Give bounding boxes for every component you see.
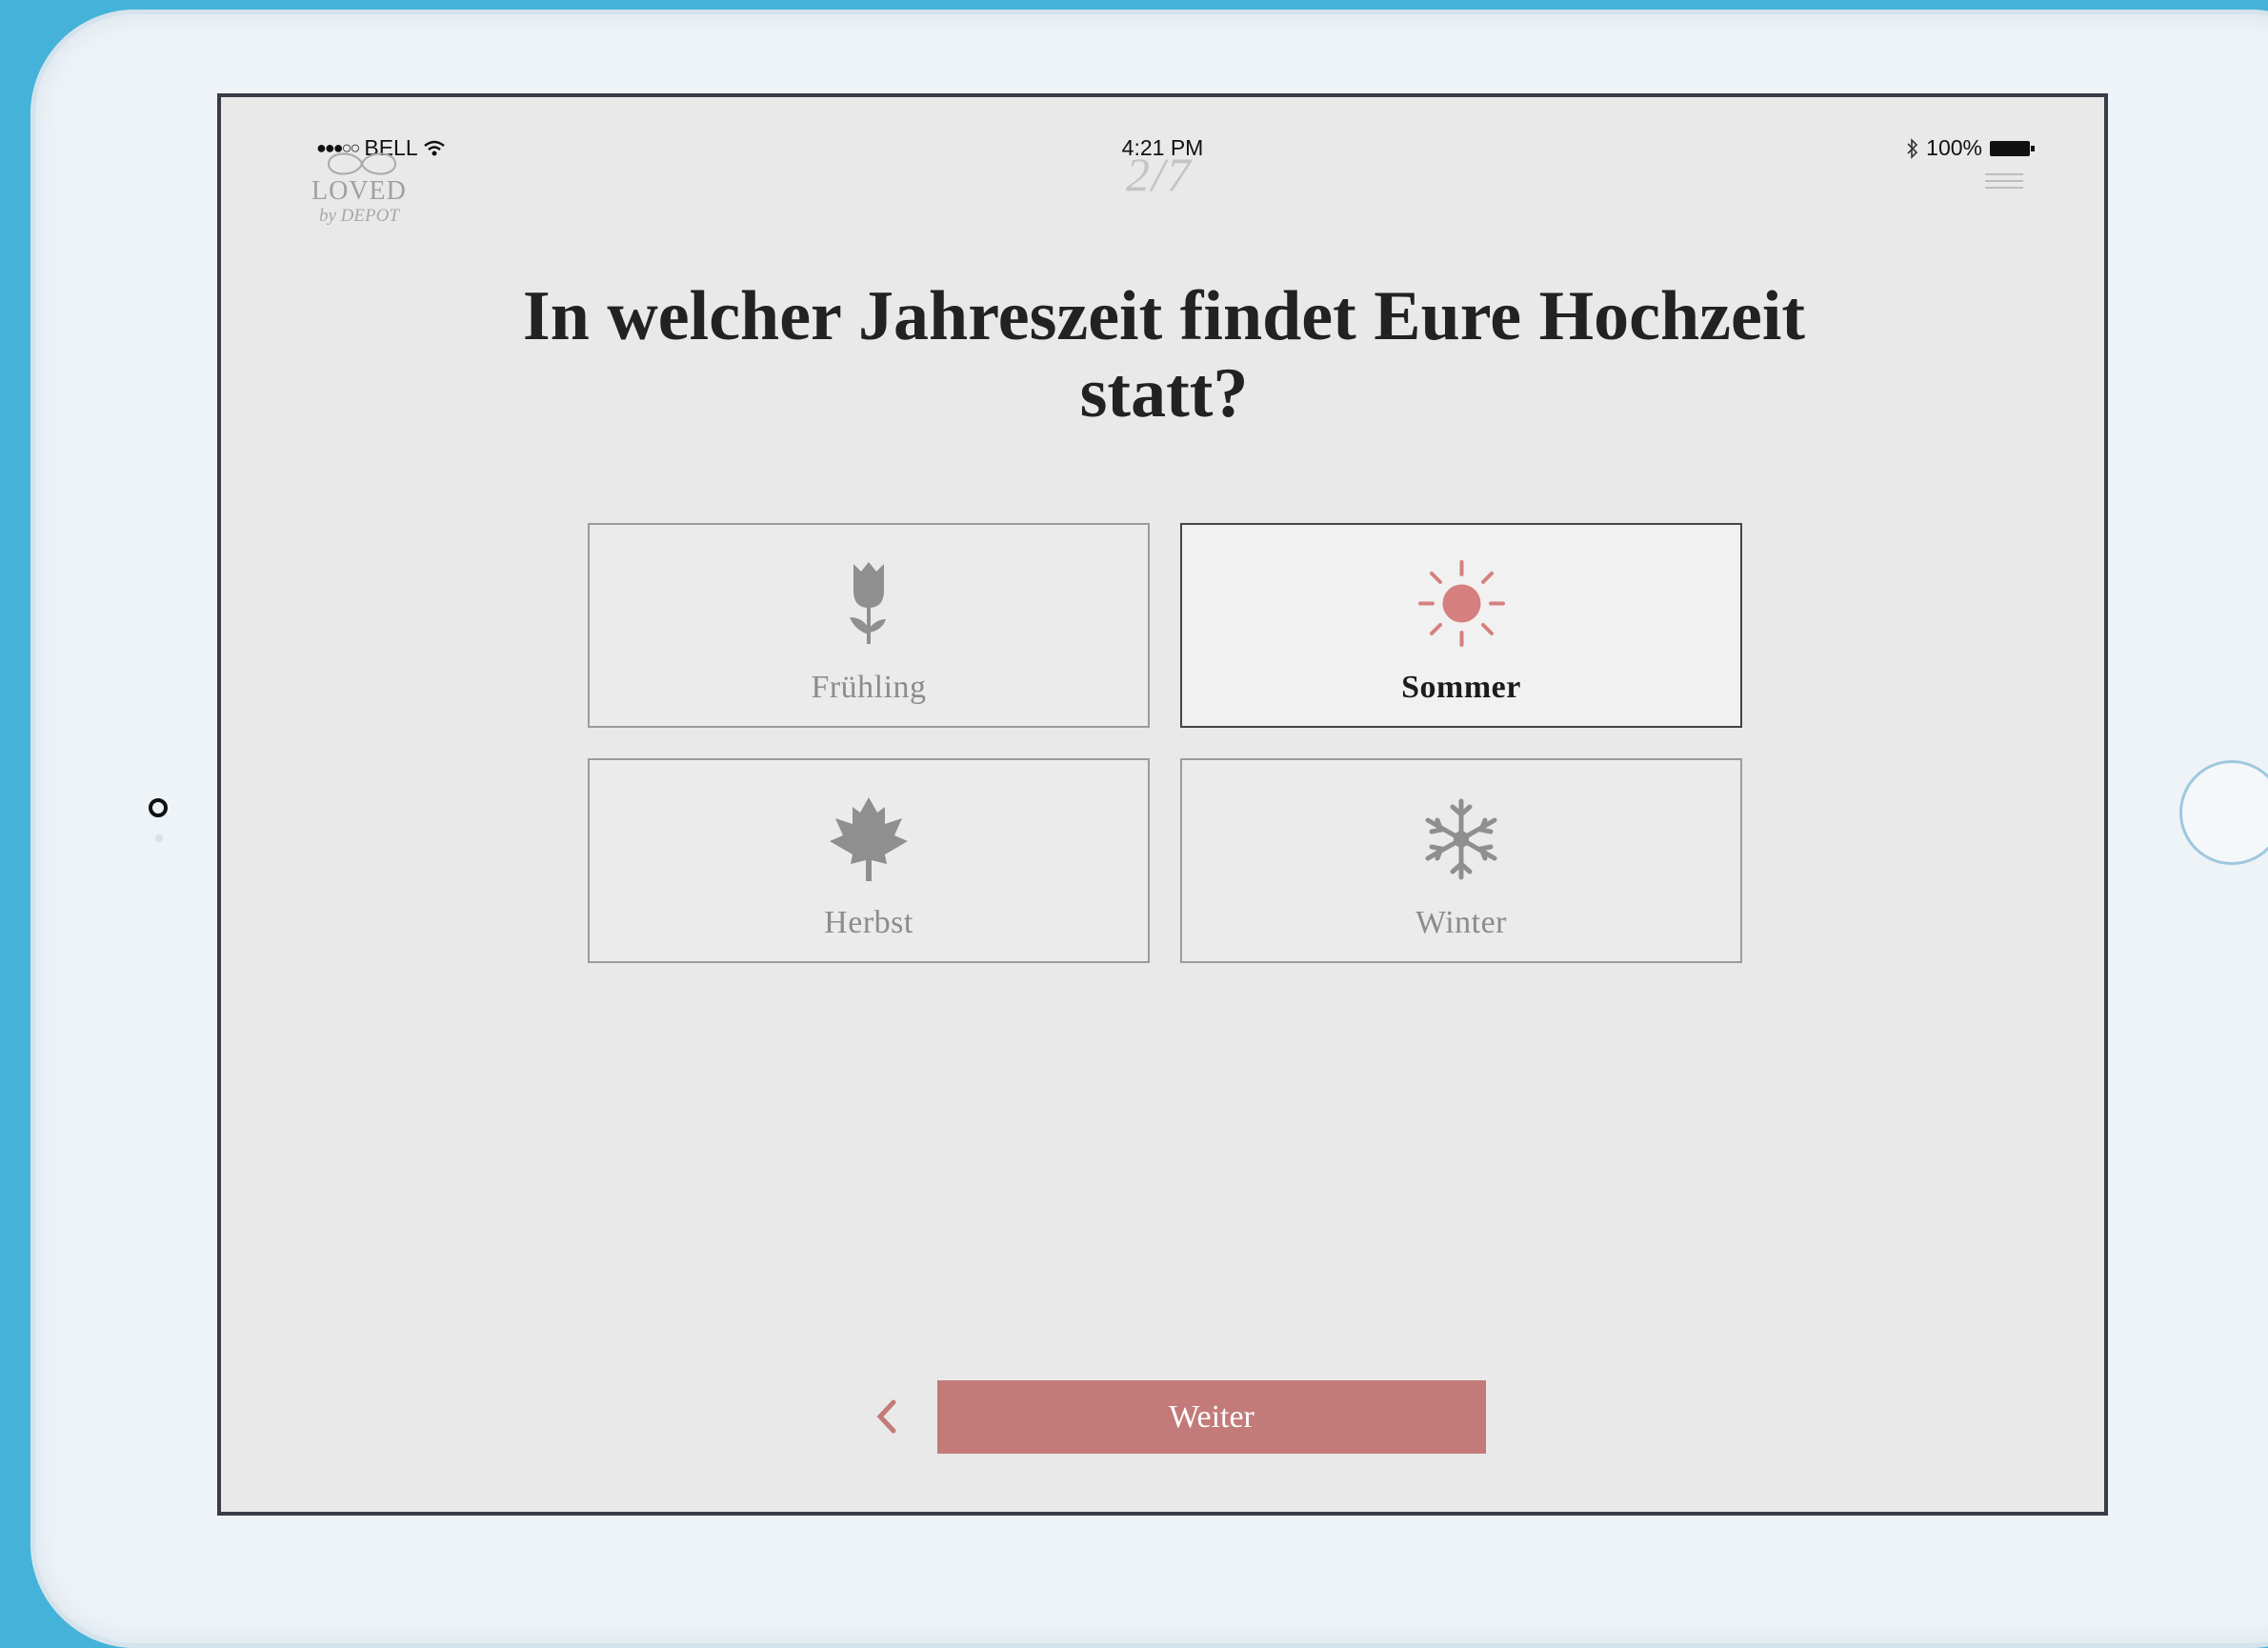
bluetooth-icon [1907,137,1918,159]
season-label: Sommer [1401,670,1521,705]
camera-icon [149,798,168,817]
season-label: Frühling [811,670,927,705]
brand-logo[interactable]: LOVED by DEPOT [311,143,435,238]
hamburger-menu-icon[interactable] [1985,173,2023,192]
step-indicator: 2/7 [1126,148,1193,201]
back-button[interactable] [867,1393,905,1440]
home-button[interactable] [2179,760,2268,865]
app-screen: ●●●○○ BELL 4:21 PM 100% LOVED by DEPOT 2… [217,93,2108,1516]
question-heading: In welcher Jahreszeit findet Eure Hochze… [522,277,1806,432]
chevron-left-icon [876,1399,896,1434]
next-button[interactable]: Weiter [937,1380,1486,1454]
season-option-sommer[interactable]: Sommer [1180,523,1742,728]
season-label: Herbst [824,905,913,940]
snowflake-icon [1182,794,1740,884]
season-option-winter[interactable]: Winter [1180,758,1742,963]
sensor-dot [155,834,163,842]
season-option-herbst[interactable]: Herbst [588,758,1150,963]
maple-leaf-icon [590,794,1148,884]
season-label: Winter [1415,905,1508,940]
status-bar-right: 100% [1907,135,2035,161]
season-option-fruehling[interactable]: Frühling [588,523,1150,728]
tulip-icon [590,558,1148,649]
logo-wordmark: LOVED [311,176,407,206]
sun-icon [1182,558,1740,649]
battery-percent: 100% [1926,135,1982,160]
logo-subtitle: by DEPOT [319,206,399,226]
battery-icon [1990,140,2035,156]
infinity-heart-icon [327,152,397,175]
